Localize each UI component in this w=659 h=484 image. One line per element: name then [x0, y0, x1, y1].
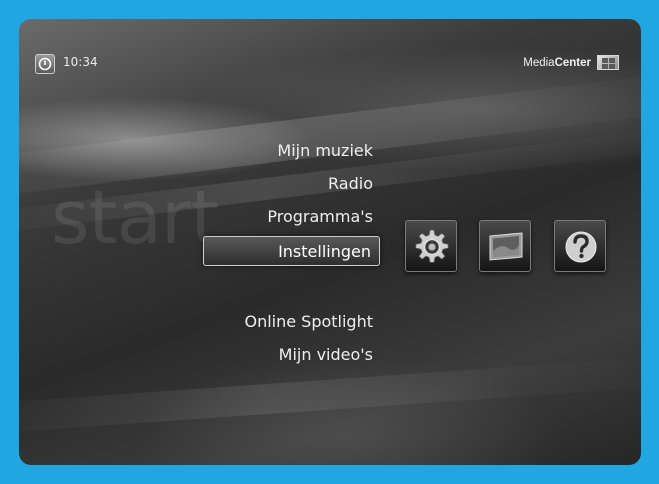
settings-tile[interactable] — [405, 220, 457, 272]
media-center-screen: start 10:34 MediaCenter Mijn muziek Radi… — [19, 19, 641, 465]
windows-logo-icon — [597, 55, 619, 70]
brand-name: MediaCenter — [523, 57, 591, 69]
menu-item-label: Instellingen — [278, 242, 371, 261]
menu-item-radio[interactable]: Radio — [328, 174, 373, 193]
menu-item-online-spotlight[interactable]: Online Spotlight — [244, 312, 373, 331]
power-button[interactable] — [35, 54, 55, 74]
brand-light: Media — [523, 56, 555, 69]
brand-bold: Center — [554, 56, 591, 69]
menu-item-programmas[interactable]: Programma's — [267, 207, 373, 226]
help-icon — [565, 231, 597, 263]
background-streak — [19, 352, 641, 436]
display-tile[interactable] — [479, 220, 531, 272]
brand: MediaCenter — [523, 55, 619, 70]
clock: 10:34 — [63, 55, 98, 69]
power-icon — [38, 57, 52, 71]
start-watermark: start — [51, 175, 219, 261]
menu-item-mijn-videos[interactable]: Mijn video's — [279, 345, 373, 364]
menu-item-mijn-muziek[interactable]: Mijn muziek — [277, 141, 373, 160]
help-tile[interactable] — [554, 220, 606, 272]
monitor-icon — [489, 232, 523, 261]
menu-item-instellingen-selected[interactable]: Instellingen — [203, 236, 380, 266]
outer-frame: start 10:34 MediaCenter Mijn muziek Radi… — [0, 0, 659, 484]
gear-icon — [415, 229, 449, 263]
